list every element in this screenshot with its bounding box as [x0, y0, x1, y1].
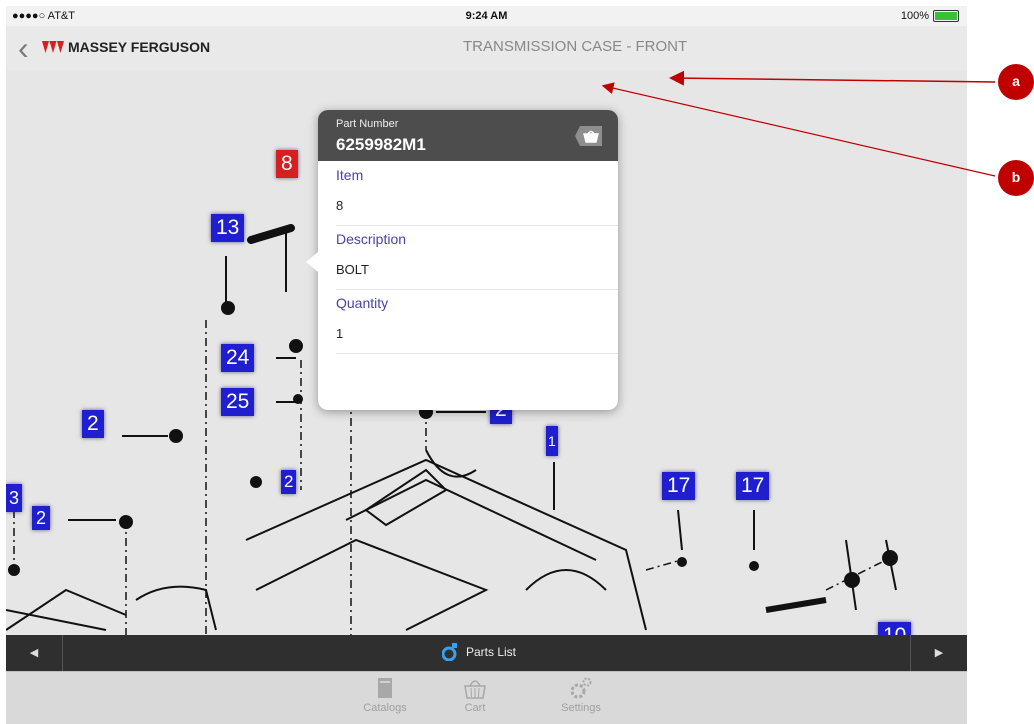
description-label: Description [336, 231, 407, 247]
callout-item-24[interactable]: 24 [221, 344, 255, 372]
callout-item-2[interactable]: 2 [82, 410, 104, 438]
navigation-bar: ‹ MASSEY FERGUSON TRANSMISSION CASE - FR… [6, 26, 967, 71]
brand-name: MASSEY FERGUSON [68, 39, 211, 55]
battery-icon [933, 10, 959, 22]
annotation-marker-b: b [998, 160, 1034, 196]
book-icon [378, 678, 392, 698]
clock: 9:24 AM [465, 10, 508, 22]
next-page-button[interactable]: ▶ [910, 635, 967, 671]
tab-catalogs-label: Catalogs [363, 702, 407, 714]
tab-settings-label: Settings [561, 702, 601, 714]
popover-header: Part Number 6259982M1 [318, 110, 618, 161]
previous-page-button[interactable]: ◀ [6, 635, 63, 671]
bottom-toolbar: ◀ Parts List ▶ [6, 635, 967, 671]
description-value: BOLT [336, 262, 369, 277]
back-chevron-icon[interactable]: ‹ [18, 32, 40, 64]
item-field: Item 8 [336, 161, 618, 226]
part-detail-popover: Part Number 6259982M1 Item 8 Description… [318, 110, 618, 410]
callout-item-2[interactable]: 2 [281, 470, 297, 494]
quantity-field: Quantity 1 [336, 289, 618, 354]
callout-item-8-selected[interactable]: 8 [276, 150, 298, 178]
callout-item-17[interactable]: 17 [736, 472, 770, 500]
callout-item-17[interactable]: 17 [662, 472, 696, 500]
annotation-marker-a: a [998, 64, 1034, 100]
triple-triangle-logo-icon [42, 41, 64, 53]
item-label: Item [336, 167, 364, 183]
parts-list-button[interactable]: Parts List [442, 643, 516, 661]
parts-list-icon [442, 643, 457, 661]
callout-item-3[interactable]: 3 [6, 484, 23, 512]
callout-item-10[interactable]: 10 [878, 622, 912, 635]
description-field: Description BOLT [336, 225, 618, 290]
add-to-cart-button[interactable] [574, 124, 604, 148]
part-number-value: 6259982M1 [336, 135, 426, 154]
basket-icon [464, 680, 486, 699]
status-bar: ●●●●○ AT&T 9:24 AM 100% [6, 6, 967, 26]
tab-settings[interactable]: Settings [546, 676, 616, 714]
quantity-label: Quantity [336, 295, 389, 311]
tab-cart-label: Cart [464, 702, 486, 714]
callout-item-1[interactable]: 1 [546, 426, 558, 456]
item-value: 8 [336, 198, 344, 213]
callout-item-2[interactable]: 2 [32, 506, 51, 530]
tab-catalogs[interactable]: Catalogs [350, 676, 420, 714]
tab-cart[interactable]: Cart [440, 676, 510, 714]
callout-item-25[interactable]: 25 [221, 388, 255, 416]
tab-bar: Catalogs Cart Settings [6, 671, 967, 724]
popover-arrow [306, 252, 318, 272]
gear-icon [570, 677, 592, 699]
parts-list-label: Parts List [466, 645, 517, 659]
page-title: TRANSMISSION CASE - FRONT [463, 38, 688, 55]
quantity-value: 1 [336, 326, 344, 341]
ipad-screen: ●●●●○ AT&T 9:24 AM 100% ‹ MASSEY FERGUSO… [6, 6, 967, 724]
battery-indicator: 100% [901, 10, 959, 22]
parts-diagram[interactable]: 8 13 24 25 2 2 1 2 3 2 17 17 10 Part Num… [6, 70, 967, 635]
brand-logo: MASSEY FERGUSON [42, 39, 210, 55]
callout-item-13[interactable]: 13 [211, 214, 245, 242]
part-number-label: Part Number [336, 118, 399, 130]
battery-percent: 100% [900, 10, 929, 22]
